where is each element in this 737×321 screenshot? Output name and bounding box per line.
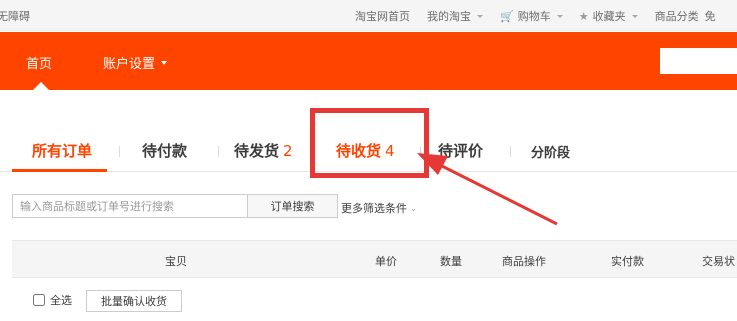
col-trade-status: 交易状 [702,255,735,268]
order-search-input[interactable] [12,194,248,218]
col-unit-price: 单价 [375,255,397,268]
batch-confirm-receipt-button[interactable]: 批量确认收货 [86,290,182,312]
order-table-header: 宝贝 单价 数量 商品操作 实付款 交易状 [12,240,737,278]
col-item-actions: 商品操作 [502,255,546,268]
more-filters-label: 更多筛选条件 [341,202,407,215]
chevron-down-icon: ⌄ [410,203,417,213]
arrow-head [417,153,448,175]
select-all-label: 全选 [50,294,72,307]
col-quantity: 数量 [440,255,462,268]
col-paid-amount: 实付款 [611,255,644,268]
col-item: 宝贝 [165,255,187,268]
select-all-control[interactable]: 全选 [33,292,72,308]
more-filters-link[interactable]: 更多筛选条件 ⌄ [341,200,417,216]
arrow-shaft [439,163,558,226]
order-search-button[interactable]: 订单搜索 [247,194,338,218]
select-all-checkbox[interactable] [33,294,45,306]
